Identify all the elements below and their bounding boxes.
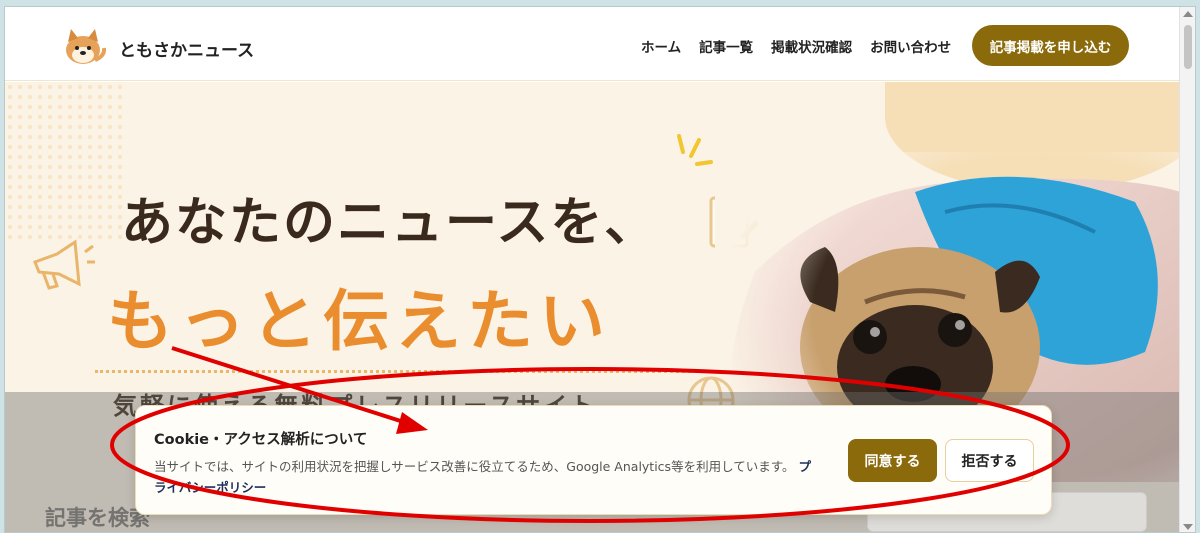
hero-dot-pattern [5, 82, 125, 242]
agree-button[interactable]: 同意する [848, 439, 937, 482]
hero-heading-accent: もっと伝えたい [107, 283, 611, 360]
scroll-down-icon[interactable] [1183, 524, 1193, 530]
reject-button[interactable]: 拒否する [945, 439, 1034, 482]
site-name[interactable]: ともさかニュース [119, 36, 254, 61]
scroll-up-icon[interactable] [1183, 11, 1193, 17]
cookie-title: Cookie・アクセス解析について [154, 432, 368, 448]
site-header: ともさかニュース ホーム 記事一覧 掲載状況確認 お問い合わせ 記事掲載を申し込… [5, 7, 1181, 81]
browser-window: ともさかニュース ホーム 記事一覧 掲載状況確認 お問い合わせ 記事掲載を申し込… [4, 6, 1196, 533]
cookie-banner: Cookie・アクセス解析について 当サイトでは、サイトの利用状況を把握しサービ… [135, 405, 1052, 515]
dog-logo-icon[interactable] [61, 26, 107, 66]
apply-button[interactable]: 記事掲載を申し込む [972, 25, 1129, 66]
spark-icon [677, 134, 713, 166]
nav-articles[interactable]: 記事一覧 [699, 36, 753, 56]
hero-heading: あなたのニュースを、 [121, 193, 659, 253]
main-nav: ホーム 記事一覧 掲載状況確認 お問い合わせ [641, 36, 951, 56]
nav-contact[interactable]: お問い合わせ [870, 36, 951, 56]
scrollbar[interactable] [1179, 7, 1195, 532]
scroll-thumb[interactable] [1184, 25, 1192, 69]
nav-home[interactable]: ホーム [641, 36, 681, 56]
cookie-description: 当サイトでは、サイトの利用状況を把握しサービス改善に役立てるため、Google … [154, 459, 795, 474]
nav-status[interactable]: 掲載状況確認 [771, 36, 852, 56]
cookie-text: 当サイトでは、サイトの利用状況を把握しサービス改善に役立てるため、Google … [154, 456, 819, 498]
hero-divider [95, 370, 715, 373]
megaphone-icon [33, 239, 95, 290]
